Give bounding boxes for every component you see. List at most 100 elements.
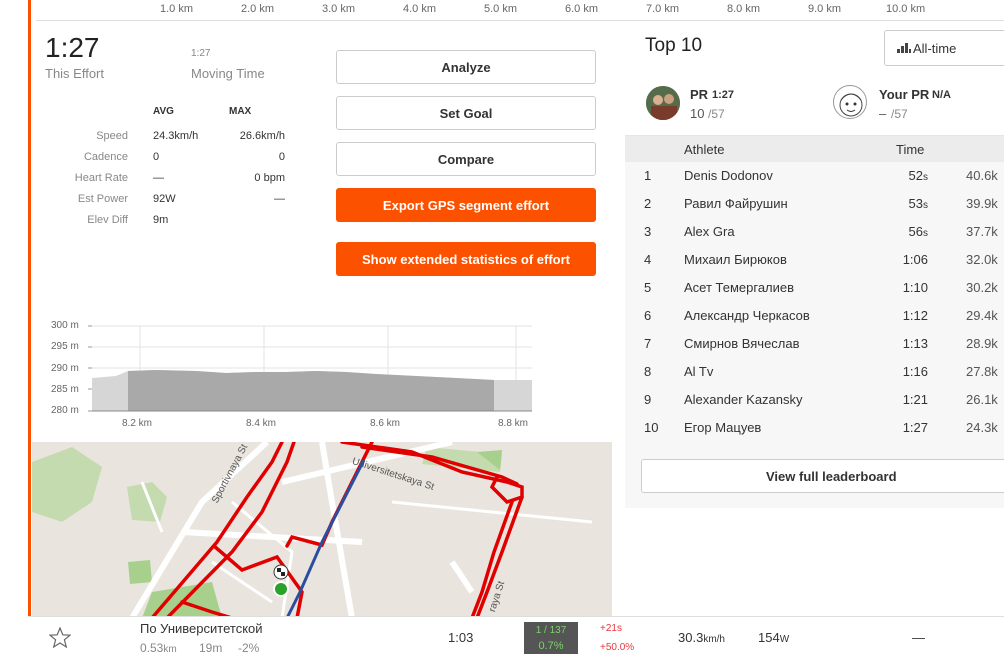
leaderboard-row[interactable]: 7 Смирнов Вячеслав 1:13 28.9k: [625, 330, 1004, 358]
export-gps-button[interactable]: Export GPS segment effort: [336, 188, 596, 222]
leaderboard-speed: 28.9k: [966, 336, 998, 351]
top-axis-tick: 8.0 km: [727, 3, 761, 15]
segment-map[interactable]: Sportivnaya St Universitetskaya St raya …: [32, 442, 612, 618]
stat-row-heart-rate: Heart Rate — 0 bpm: [40, 172, 290, 190]
leaderboard-athlete-link[interactable]: Егор Мацуев: [684, 420, 761, 435]
leaderboard-row[interactable]: 4 Михаил Бирюков 1:06 32.0k: [625, 246, 1004, 274]
moving-time-value: 1:27: [191, 48, 211, 59]
avg-header: AVG: [153, 106, 174, 117]
leaderboard-row[interactable]: 2 Равил Файрушин 53s 39.9k: [625, 190, 1004, 218]
leaderboard-time-value: 52: [908, 168, 923, 183]
leaderboard-rank: 10: [644, 420, 659, 435]
leaderboard-time: 52s: [909, 168, 928, 183]
segment-hr: —: [912, 630, 925, 645]
stat-avg: 0: [153, 151, 160, 163]
leaderboard-row[interactable]: 9 Alexander Kazansky 1:21 26.1k: [625, 386, 1004, 414]
leaderboard-rank: 7: [644, 336, 652, 351]
pr-time: 1:27: [712, 89, 735, 101]
stat-row-cadence: Cadence 0 0: [40, 151, 290, 169]
time-filter-dropdown[interactable]: All-time: [884, 30, 1004, 66]
time-filter-label: All-time: [913, 40, 957, 56]
leaderboard-panel: PR 1:27 10 /57 Your PR N/A – /57 Athlete…: [625, 74, 1004, 508]
time-column-header[interactable]: Time: [896, 142, 924, 157]
stat-max: 0: [278, 151, 285, 163]
segment-power-unit: W: [779, 634, 790, 645]
top-axis-tick: 1.0 km: [160, 3, 194, 15]
stat-avg: —: [153, 172, 164, 184]
leaderboard-row[interactable]: 8 Al Tv 1:16 27.8k: [625, 358, 1004, 386]
top-axis-tick: 3.0 km: [322, 3, 356, 15]
leaderboard-time-value: 1:16: [902, 364, 928, 379]
leaderboard-athlete-link[interactable]: Смирнов Вячеслав: [684, 336, 800, 351]
segment-rank-pct: 0.7%: [538, 640, 564, 652]
leaderboard-speed: 27.8k: [966, 364, 998, 379]
top-axis-tick: 2.0 km: [241, 3, 275, 15]
leaderboard-athlete-link[interactable]: Denis Dodonov: [684, 168, 773, 183]
leaderboard-speed: 30.2k: [966, 280, 998, 295]
stat-row-est-power: Est Power 92W —: [40, 193, 290, 211]
leaderboard-rank: 9: [644, 392, 652, 407]
pr-label: PR: [690, 87, 709, 102]
leaderboard-rank: 1: [644, 168, 652, 183]
leaderboard-time: 53s: [909, 196, 928, 211]
leaderboard-row[interactable]: 1 Denis Dodonov 52s 40.6k: [625, 162, 1004, 190]
segment-distance-unit: km: [163, 644, 177, 655]
extended-statistics-button[interactable]: Show extended statistics of effort: [336, 242, 596, 276]
segment-speed-value: 30.3: [678, 630, 704, 645]
segment-power-value: 154: [758, 630, 780, 645]
athlete-column-header[interactable]: Athlete: [684, 142, 724, 157]
top-axis-tick: 9.0 km: [808, 3, 842, 15]
leaderboard-title: Top 10: [645, 35, 703, 56]
leaderboard-speed: 37.7k: [966, 224, 998, 239]
leaderboard-athlete-link[interactable]: Михаил Бирюков: [684, 252, 787, 267]
stat-label: Cadence: [83, 151, 128, 163]
leaderboard-speed: 39.9k: [966, 196, 998, 211]
leaderboard-athlete-link[interactable]: Al Tv: [684, 364, 713, 379]
stat-label: Est Power: [77, 193, 128, 205]
leaderboard-rank: 8: [644, 364, 652, 379]
segment-speed-unit: km/h: [703, 634, 725, 645]
leaderboard-rank: 2: [644, 196, 652, 211]
view-full-leaderboard-button[interactable]: View full leaderboard: [641, 459, 1004, 493]
elev-y-tick: 280 m: [51, 405, 79, 416]
leaderboard-row[interactable]: 3 Alex Gra 56s 37.7k: [625, 218, 1004, 246]
analyze-button[interactable]: Analyze: [336, 50, 596, 84]
pr-athlete-avatar[interactable]: [646, 86, 680, 120]
max-header: MAX: [229, 106, 252, 117]
segment-elev: 19m: [199, 641, 223, 655]
top-axis-tick: 6.0 km: [565, 3, 599, 15]
leaderboard-time-value: 1:12: [902, 308, 928, 323]
leaderboard-row[interactable]: 10 Егор Мацуев 1:27 24.3k: [625, 414, 1004, 442]
segment-distance-value: 0.53: [140, 641, 164, 655]
leaderboard-time: 1:13: [903, 336, 928, 351]
stat-max: —: [274, 193, 285, 205]
segment-diff-pct: +50.0%: [600, 642, 635, 653]
star-icon[interactable]: [49, 627, 71, 648]
leaderboard-athlete-link[interactable]: Равил Файрушин: [684, 196, 788, 211]
stat-avg: 24.3km/h: [153, 130, 199, 142]
compare-button[interactable]: Compare: [336, 142, 596, 176]
segment-effort-page: 1.0 km 2.0 km 3.0 km 4.0 km 5.0 km 6.0 k…: [0, 0, 1004, 655]
segment-name-link[interactable]: По Университетской: [140, 621, 263, 636]
leaderboard-time: 1:27: [903, 420, 928, 435]
leaderboard-time: 1:06: [903, 252, 928, 267]
leaderboard-row[interactable]: 6 Александр Черкасов 1:12 29.4k: [625, 302, 1004, 330]
selection-marker: [28, 0, 31, 616]
set-goal-button[interactable]: Set Goal: [336, 96, 596, 130]
leaderboard-speed: 24.3k: [966, 420, 998, 435]
leaderboard-time-unit: s: [923, 228, 928, 239]
stat-label: Elev Diff: [87, 214, 128, 226]
leaderboard-time-value: 56: [908, 224, 923, 239]
leaderboard-athlete-link[interactable]: Александр Черкасов: [684, 308, 810, 323]
top-axis-tick: 7.0 km: [646, 3, 680, 15]
leaderboard-time: 1:16: [903, 364, 928, 379]
leaderboard-athlete-link[interactable]: Alexander Kazansky: [684, 392, 803, 407]
leaderboard-athlete-link[interactable]: Alex Gra: [684, 224, 735, 239]
pr-rank: 10: [690, 106, 705, 121]
segment-row[interactable]: По Университетской 0.53km 19m -2% 1:03 1…: [28, 616, 1004, 655]
leaderboard-athlete-link[interactable]: Асет Темергалиев: [684, 280, 794, 295]
stat-avg: 9m: [153, 214, 169, 226]
leaderboard-row[interactable]: 5 Асет Темергалиев 1:10 30.2k: [625, 274, 1004, 302]
leaderboard-time: 1:21: [903, 392, 928, 407]
your-avatar[interactable]: [833, 85, 867, 119]
